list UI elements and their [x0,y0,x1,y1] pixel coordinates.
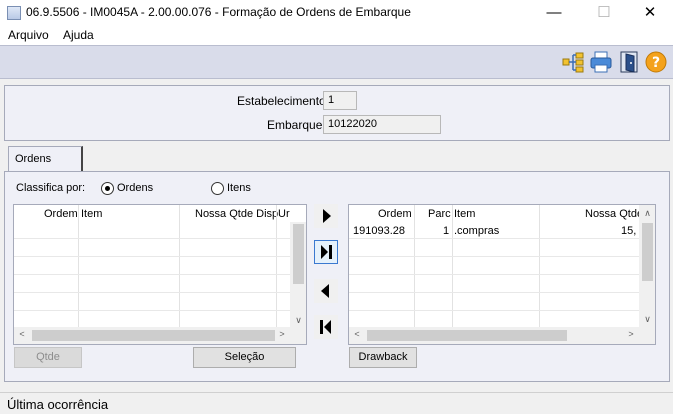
grid-line [14,310,291,311]
left-hscroll-thumb[interactable] [32,330,275,341]
minimize-button[interactable]: — [531,0,577,26]
grid-line [349,274,639,275]
left-col-ordem[interactable]: Ordem [44,208,78,220]
menu-ajuda[interactable]: Ajuda [63,28,94,42]
header-panel: Estabelecimento: 1 Embarque: 10122020 [4,85,670,141]
scroll-down-icon[interactable]: ∨ [290,315,306,326]
embarque-field[interactable]: 10122020 [323,115,441,134]
left-hscrollbar[interactable]: < > [14,327,306,344]
grid-line [414,205,415,327]
grid-line [349,256,639,257]
table-row-item[interactable]: .compras [454,225,499,237]
left-vscrollbar[interactable]: ∨ [290,222,306,327]
arrow-first-icon [320,320,331,334]
right-hscrollbar[interactable]: < > [349,327,655,344]
help-icon[interactable]: ? [644,50,668,74]
selecao-button[interactable]: Seleção [193,347,296,368]
drawback-button[interactable]: Drawback [349,347,417,368]
status-text: Última ocorrência [7,397,109,412]
move-all-left-button[interactable] [314,315,338,339]
status-bar: Última ocorrência [0,392,673,414]
radio-ordens-label: Ordens [117,182,154,194]
move-all-right-button[interactable] [314,240,338,264]
menu-arquivo[interactable]: Arquivo [8,28,49,42]
right-vscrollbar[interactable]: ∧ ∨ [639,205,655,327]
arrow-last-icon [321,245,332,259]
grid-line [14,238,291,239]
scroll-right-icon[interactable]: > [625,329,637,339]
svg-text:?: ? [652,55,660,71]
right-hscroll-thumb[interactable] [367,330,567,341]
move-right-button[interactable] [314,204,338,228]
grid-line [14,274,291,275]
table-row-qtde[interactable]: 15, [621,225,636,237]
left-col-qtde[interactable]: Nossa Qtde Disp [195,208,278,220]
right-vscroll-thumb[interactable] [642,223,653,281]
right-grid[interactable]: Ordem Parc Item Nossa Qtde 191093.28 1 .… [348,204,656,345]
left-col-ur[interactable]: Ur [278,208,290,220]
arrow-right-icon [323,209,331,223]
toolbar: ? [0,45,673,79]
radio-itens[interactable] [211,182,224,195]
right-col-ordem[interactable]: Ordem [378,208,412,220]
tab-ordens-label: Ordens [15,153,52,165]
scroll-left-icon[interactable]: < [351,329,363,339]
qtde-button[interactable]: Qtde [14,347,82,368]
left-col-item[interactable]: Item [81,208,102,220]
close-button[interactable]: ✕ [627,0,673,26]
scroll-down-icon[interactable]: ∨ [639,314,655,325]
scroll-up-icon[interactable]: ∧ [639,208,655,219]
arrow-left-icon [321,284,329,298]
move-left-button[interactable] [314,279,338,303]
maximize-button[interactable]: ☐ [581,0,627,26]
title-bar: 06.9.5506 - IM0045A - 2.00.00.076 - Form… [0,0,673,26]
grid-line [349,292,639,293]
tab-ordens[interactable]: Ordens [8,146,83,172]
right-col-parc[interactable]: Parc [428,208,451,220]
classifica-label: Classifica por: [16,182,86,194]
grid-line [452,205,453,327]
left-grid[interactable]: Ordem Item Nossa Qtde Disp Ur ∨ < > [13,204,307,345]
radio-itens-label: Itens [227,182,251,194]
table-row-ordem[interactable]: 191093.28 [353,225,405,237]
table-row-parc[interactable]: 1 [443,225,449,237]
app-icon [7,6,21,20]
grid-line [539,205,540,327]
estabelecimento-label: Estabelecimento: [237,94,330,108]
grid-line [14,256,291,257]
grid-line [14,292,291,293]
tree-icon[interactable] [561,50,585,74]
grid-line [179,205,180,327]
printer-icon[interactable] [589,50,613,74]
scroll-right-icon[interactable]: > [276,329,288,339]
radio-ordens[interactable] [101,182,114,195]
grid-line [78,205,79,327]
exit-door-icon[interactable] [617,50,641,74]
menu-bar: Arquivo Ajuda [0,26,673,45]
grid-line [276,205,277,327]
embarque-label: Embarque: [267,118,326,132]
left-vscroll-thumb[interactable] [293,224,304,284]
right-col-qtde[interactable]: Nossa Qtde [585,208,643,220]
grid-line [349,310,639,311]
estabelecimento-field[interactable]: 1 [323,91,357,110]
grid-line [349,238,639,239]
right-col-item[interactable]: Item [454,208,475,220]
scroll-left-icon[interactable]: < [16,329,28,339]
window-title: 06.9.5506 - IM0045A - 2.00.00.076 - Form… [26,5,411,19]
